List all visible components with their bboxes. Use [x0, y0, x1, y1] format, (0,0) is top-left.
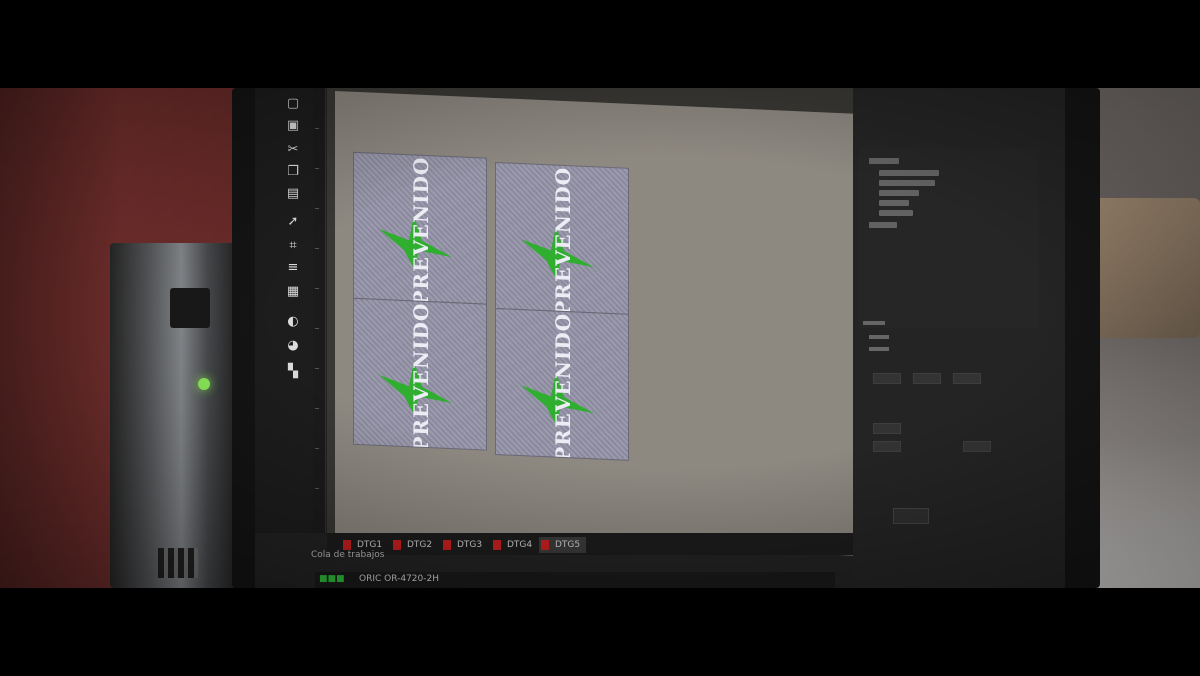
- tile-text: PREVENIDO: [409, 302, 433, 451]
- tower-vent: [158, 548, 198, 578]
- design-tile[interactable]: PREVENIDO: [495, 307, 629, 461]
- letterbox-top: [0, 0, 1200, 88]
- tile-text: PREVENIDO: [551, 312, 575, 461]
- cut-icon[interactable]: ✂: [285, 142, 301, 158]
- power-led: [198, 378, 210, 390]
- option-field[interactable]: [963, 441, 991, 452]
- crop-icon[interactable]: ⌗: [285, 238, 301, 254]
- print-settings: [859, 313, 1039, 463]
- photo-scene: ▢ ▣ ✂ ❐ ▤ ➚ ⌗ ≡ ▦ ◐ ◕ ▚ PREVENIDO PREVEN…: [0, 0, 1200, 676]
- tab-status-icon: [493, 540, 501, 550]
- design-tile[interactable]: PREVENIDO: [353, 297, 487, 451]
- printer-name: ORIC OR-4720-2H: [359, 574, 440, 584]
- offset-x-field[interactable]: [873, 423, 901, 434]
- apply-button[interactable]: [893, 508, 929, 524]
- left-toolbar: ▢ ▣ ✂ ❐ ▤ ➚ ⌗ ≡ ▦ ◐ ◕ ▚: [255, 88, 315, 533]
- design-canvas[interactable]: PREVENIDO PREVENIDO PREVENIDO PREVENIDO: [327, 88, 867, 556]
- copies-field[interactable]: [953, 373, 981, 384]
- height-field[interactable]: [913, 373, 941, 384]
- effects-icon[interactable]: ▚: [285, 364, 301, 380]
- photo-frame: ▢ ▣ ✂ ❐ ▤ ➚ ⌗ ≡ ▦ ◐ ◕ ▚ PREVENIDO PREVEN…: [0, 88, 1200, 588]
- properties-panel: [853, 88, 1065, 588]
- grid-icon[interactable]: ▦: [285, 284, 301, 300]
- tab-status-icon: [343, 540, 351, 550]
- printer-brand-icon: ■■■: [319, 574, 345, 584]
- layer-tree: [859, 148, 1039, 328]
- offset-y-field[interactable]: [873, 441, 901, 452]
- tower-drive-bay: [170, 288, 210, 328]
- copy-icon[interactable]: ❐: [285, 164, 301, 180]
- width-field[interactable]: [873, 373, 901, 384]
- layers-icon[interactable]: ≡: [285, 260, 301, 276]
- paste-icon[interactable]: ▤: [285, 186, 301, 202]
- tab-status-icon: [393, 540, 401, 550]
- design-tile[interactable]: PREVENIDO: [353, 151, 487, 305]
- new-file-icon[interactable]: ▢: [285, 96, 301, 112]
- job-queue-title: Cola de trabajos: [311, 550, 385, 560]
- letterbox-bottom: [0, 588, 1200, 676]
- tab-status-icon: [443, 540, 451, 550]
- job-queue-row[interactable]: ■■■ ORIC OR-4720-2H: [315, 572, 835, 588]
- vertical-ruler: [313, 88, 326, 533]
- palette-icon[interactable]: ◕: [285, 338, 301, 354]
- contrast-icon[interactable]: ◐: [285, 314, 301, 330]
- print-page[interactable]: PREVENIDO PREVENIDO PREVENIDO PREVENIDO: [335, 91, 855, 556]
- design-tile[interactable]: PREVENIDO: [495, 161, 629, 315]
- tile-text: PREVENIDO: [551, 166, 575, 315]
- tile-text: PREVENIDO: [409, 156, 433, 305]
- save-file-icon[interactable]: ▣: [285, 118, 301, 134]
- tab-status-icon: [541, 540, 549, 550]
- monitor-screen: ▢ ▣ ✂ ❐ ▤ ➚ ⌗ ≡ ▦ ◐ ◕ ▚ PREVENIDO PREVEN…: [255, 88, 1065, 588]
- pointer-icon[interactable]: ➚: [285, 214, 301, 230]
